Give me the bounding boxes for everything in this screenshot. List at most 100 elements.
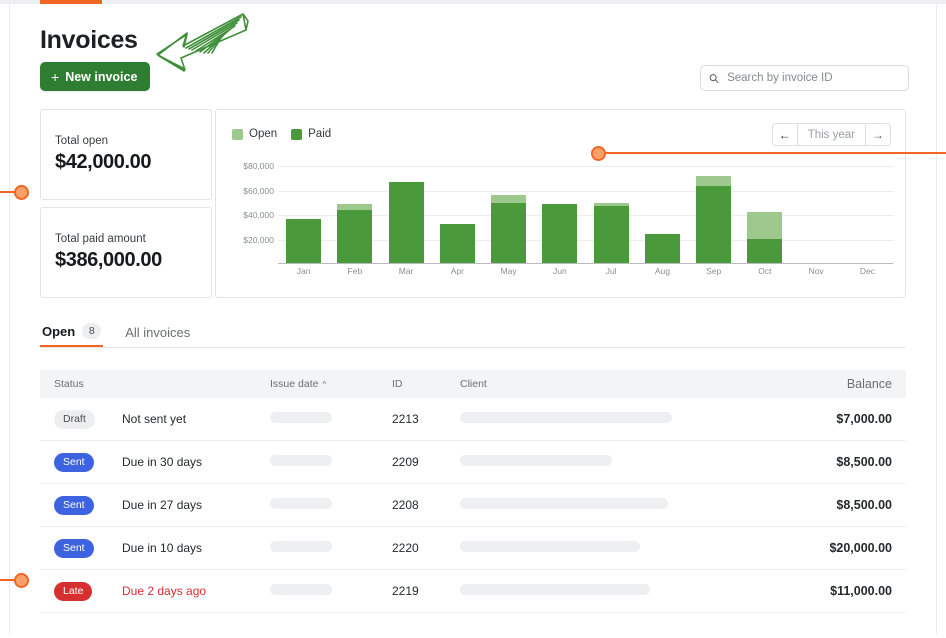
chart-x-tick-label: Nov <box>808 266 824 276</box>
chart-bars <box>278 154 893 263</box>
status-badge: Sent <box>54 452 94 472</box>
column-header-client[interactable]: Client <box>460 378 772 390</box>
status-badge: Late <box>54 581 93 601</box>
redacted-issue-date <box>270 584 332 595</box>
redacted-client-name <box>460 455 612 466</box>
status-cell: Late <box>54 581 122 601</box>
chart-y-tick-label: $40,000 <box>243 210 274 221</box>
balance-amount: $20,000.00 <box>829 541 892 555</box>
chart-bar-stack <box>337 204 373 263</box>
invoice-id: 2208 <box>392 498 419 512</box>
status-cell: Sent <box>54 452 122 472</box>
new-invoice-button-label: New invoice <box>65 69 138 84</box>
period-next-button[interactable]: → <box>865 124 890 145</box>
chart-baseline <box>278 263 893 264</box>
hand-drawn-arrow-annotation <box>156 13 249 72</box>
chart-x-tick-label: Aug <box>654 266 670 276</box>
chart-x-tick-label: Jan <box>296 266 311 276</box>
chart-y-tick-label: $80,000 <box>243 161 274 172</box>
status-cell: Draft <box>54 409 122 429</box>
chart-bar-slot[interactable] <box>432 154 483 263</box>
due-text: Due in 10 days <box>122 541 203 555</box>
search-input[interactable] <box>725 71 900 85</box>
chart-x-tick-label: Jun <box>553 266 567 276</box>
chart-bar-segment-paid <box>286 219 322 263</box>
due-text: Due in 30 days <box>122 455 203 469</box>
chart-bar-stack <box>388 182 424 263</box>
table-row[interactable]: Sent Due in 30 days 2209 $8,500.00 <box>40 441 906 484</box>
chart-bar-slot[interactable] <box>329 154 380 263</box>
chart-bar-slot[interactable] <box>381 154 432 263</box>
search-box[interactable] <box>700 65 909 91</box>
chart-bar-slot[interactable] <box>586 154 637 263</box>
plus-icon: + <box>51 68 60 85</box>
legend-label-open: Open <box>249 128 278 140</box>
status-cell: Sent <box>54 538 122 558</box>
chart-bar-stack <box>593 203 629 263</box>
period-prev-button[interactable]: ← <box>772 124 798 145</box>
column-header-issue-date[interactable]: Issue date ^ <box>270 378 392 390</box>
client-cell <box>460 541 772 555</box>
invoices-app-screen: Invoices + New invoice Search by invoice… <box>0 0 946 638</box>
chart-bar-slot[interactable] <box>278 154 329 263</box>
page-container: Invoices + New invoice Search by invoice… <box>9 4 937 634</box>
new-invoice-button[interactable]: + New invoice <box>40 62 151 91</box>
chart-bar-slot[interactable] <box>688 154 739 263</box>
chart-bar-slot[interactable] <box>483 154 534 263</box>
search-icon <box>709 73 719 83</box>
tab-open-badge: 8 <box>82 323 102 339</box>
chart-bar-segment-paid <box>644 233 680 263</box>
chart-bar-segment-paid <box>388 182 424 263</box>
sort-ascending-icon: ^ <box>322 380 327 389</box>
chart-x-tick-label: Dec <box>859 266 875 276</box>
chart-y-tick-label: $20,000 <box>243 234 274 245</box>
annotation-marker-total-open[interactable] <box>14 185 29 200</box>
due-text: Due 2 days ago <box>122 584 207 598</box>
chart-bar-stack <box>542 204 578 263</box>
table-row[interactable]: Draft Not sent yet 2213 $7,000.00 <box>40 398 906 441</box>
chart-bar-segment-open <box>491 194 527 204</box>
legend-swatch-paid <box>291 128 303 140</box>
tab-open[interactable]: Open 8 <box>40 317 104 347</box>
stat-card-label: Total paid amount <box>55 233 146 245</box>
invoice-id: 2220 <box>392 541 419 555</box>
due-text: Due in 27 days <box>122 498 203 512</box>
redacted-issue-date <box>270 498 332 509</box>
chart-bar-slot[interactable] <box>791 154 842 263</box>
chart-bar-segment-paid <box>439 223 475 263</box>
client-cell <box>460 455 772 469</box>
column-header-status[interactable]: Status <box>54 378 122 390</box>
chart-x-tick-label: Oct <box>758 266 772 276</box>
chart-bar-segment-paid <box>542 204 578 263</box>
redacted-issue-date <box>270 541 332 552</box>
column-header-id[interactable]: ID <box>392 378 460 390</box>
chart-bar-slot[interactable] <box>637 154 688 263</box>
chart-bar-stack <box>747 211 783 263</box>
annotation-marker-late-row[interactable] <box>14 573 29 588</box>
issue-date-cell <box>270 412 392 426</box>
chart-bar-segment-paid <box>593 205 629 263</box>
table-row[interactable]: Sent Due in 10 days 2220 $20,000.00 <box>40 527 906 570</box>
table-row[interactable]: Late Due 2 days ago 2219 $11,000.00 <box>40 570 906 613</box>
chart-bar-segment-paid <box>337 210 373 263</box>
balance-amount: $7,000.00 <box>836 412 892 426</box>
chart-bar-slot[interactable] <box>739 154 790 263</box>
redacted-client-name <box>460 498 668 509</box>
chart-bar-stack <box>491 194 527 263</box>
column-header-balance[interactable]: Balance <box>772 377 892 391</box>
annotation-marker-chart[interactable] <box>591 146 606 161</box>
chart-bar-slot[interactable] <box>534 154 585 263</box>
redacted-client-name <box>460 412 672 423</box>
chart-bar-slot[interactable] <box>842 154 893 263</box>
stat-card-total-open: Total open $42,000.00 <box>40 109 212 200</box>
client-cell <box>460 498 772 512</box>
page-title: Invoices <box>40 26 138 54</box>
table-row[interactable]: Sent Due in 27 days 2208 $8,500.00 <box>40 484 906 527</box>
chart-bar-segment-open <box>696 176 732 186</box>
tab-all-invoices[interactable]: All invoices <box>123 317 192 347</box>
chart-bar-segment-paid <box>491 203 527 263</box>
stat-card-value: $42,000.00 <box>55 151 152 173</box>
period-navigation[interactable]: ← This year → <box>771 123 891 146</box>
chart-legend: Open Paid <box>232 128 331 140</box>
chart-y-axis: $80,000 $60,000 $40,000 $20,000 <box>230 154 278 264</box>
